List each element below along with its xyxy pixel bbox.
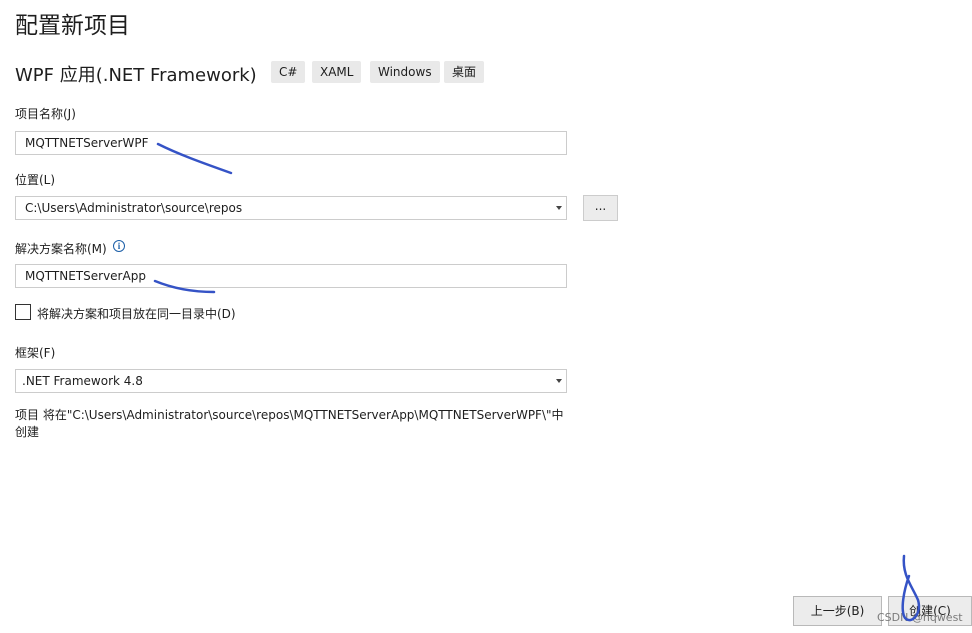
chevron-down-icon[interactable] <box>556 379 562 383</box>
location-combobox[interactable]: C:\Users\Administrator\source\repos <box>15 196 567 220</box>
same-directory-checkbox[interactable] <box>15 304 31 320</box>
framework-combobox[interactable]: .NET Framework 4.8 <box>15 369 567 393</box>
framework-label: 框架(F) <box>15 346 56 360</box>
browse-button[interactable]: ... <box>583 195 618 221</box>
watermark: CSDN @hqwest <box>877 611 963 624</box>
project-path-summary: 项目 将在"C:\Users\Administrator\source\repo… <box>15 407 575 441</box>
template-name: WPF 应用(.NET Framework) <box>15 65 257 86</box>
solution-name-input[interactable]: MQTTNETServerApp <box>15 264 567 288</box>
project-name-label: 项目名称(J) <box>15 107 76 121</box>
info-icon[interactable]: i <box>113 240 125 252</box>
framework-value: .NET Framework 4.8 <box>22 374 143 388</box>
project-name-input[interactable]: MQTTNETServerWPF <box>15 131 567 155</box>
back-button[interactable]: 上一步(B) <box>793 596 882 626</box>
solution-name-label: 解决方案名称(M) <box>15 242 107 256</box>
tag-windows: Windows <box>370 61 440 83</box>
tag-desktop: 桌面 <box>444 61 485 83</box>
page-title: 配置新项目 <box>15 13 130 39</box>
location-value: C:\Users\Administrator\source\repos <box>25 201 243 215</box>
tag-xaml: XAML <box>312 61 362 83</box>
chevron-down-icon[interactable] <box>556 206 562 210</box>
location-label: 位置(L) <box>15 173 56 187</box>
summary-line-1: 项目 将在"C:\Users\Administrator\source\repo… <box>15 408 564 422</box>
same-directory-label[interactable]: 将解决方案和项目放在同一目录中(D) <box>37 305 236 322</box>
summary-line-2: 创建 <box>15 425 40 439</box>
tag-csharp: C# <box>271 61 306 83</box>
